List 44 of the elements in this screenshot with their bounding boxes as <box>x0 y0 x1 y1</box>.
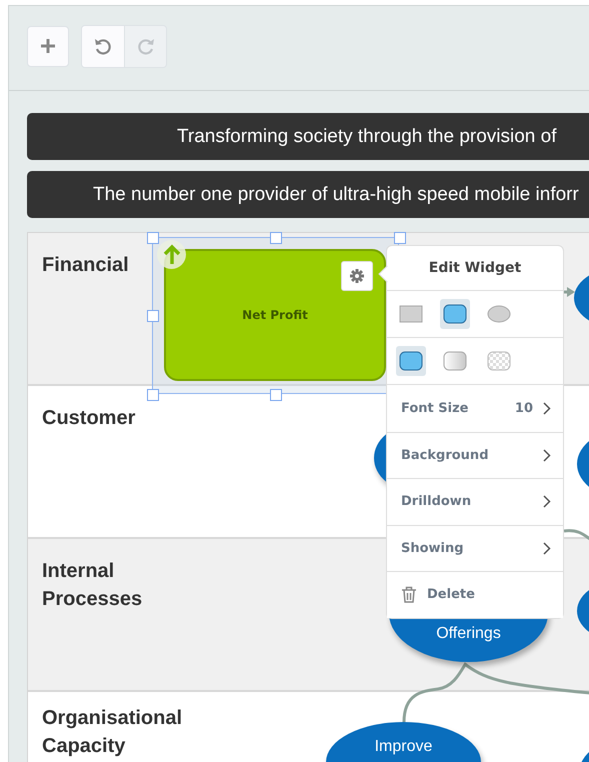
menu-item-label: Showing <box>401 540 465 556</box>
node-label: Improve <box>374 738 432 756</box>
menu-item-label: Font Size <box>401 400 470 416</box>
undo-button[interactable] <box>82 26 124 66</box>
resize-handle[interactable] <box>394 232 406 244</box>
menu-item-label: Background <box>401 448 490 463</box>
delete-menu-item[interactable]: Delete <box>387 571 563 618</box>
trash-icon <box>401 586 417 604</box>
banner: The number one provider of ultra-high speed mobile inforr <box>27 171 589 218</box>
connector-line <box>564 529 589 540</box>
shape-option[interactable] <box>440 299 470 329</box>
menu-item-label: Delete <box>427 587 476 602</box>
chevron-right-icon <box>543 402 551 415</box>
resize-handle[interactable] <box>270 232 282 244</box>
plus-icon <box>40 38 56 54</box>
solid-fill-icon <box>399 351 423 371</box>
resize-handle[interactable] <box>147 232 159 244</box>
checkered-fill-icon <box>487 351 511 371</box>
ellipse-shape-icon <box>487 305 511 323</box>
fill-option[interactable] <box>396 346 426 376</box>
perspective-label: Financial <box>42 253 130 278</box>
square-shape-icon <box>399 305 423 323</box>
rounded-shape-icon <box>443 304 467 324</box>
chevron-right-icon <box>543 542 551 555</box>
settings-button[interactable] <box>341 261 373 291</box>
chevron-right-icon <box>543 448 551 462</box>
menu-item-label: Drilldown <box>401 494 472 510</box>
widget-box[interactable]: Net Profit <box>164 249 386 381</box>
resize-handle[interactable] <box>147 310 159 322</box>
gradient-fill-icon <box>443 351 467 371</box>
resize-handle[interactable] <box>147 389 159 401</box>
menu-item-value: 10 <box>514 400 533 416</box>
perspective-label: Organisational Capacity <box>42 706 184 759</box>
banner: Transforming society through the provision of <box>27 113 589 160</box>
undo-icon <box>94 37 112 55</box>
add-button[interactable] <box>27 26 69 66</box>
perspective-label: Customer <box>42 406 136 431</box>
redo-icon <box>136 37 154 55</box>
resize-handle[interactable] <box>270 389 282 401</box>
perspective-label: Internal Processes <box>42 559 144 612</box>
settings-icon <box>350 269 364 283</box>
chevron-right-icon <box>543 495 551 508</box>
menu-title: Edit Widget <box>387 246 563 291</box>
node-label: Offerings <box>436 625 501 643</box>
